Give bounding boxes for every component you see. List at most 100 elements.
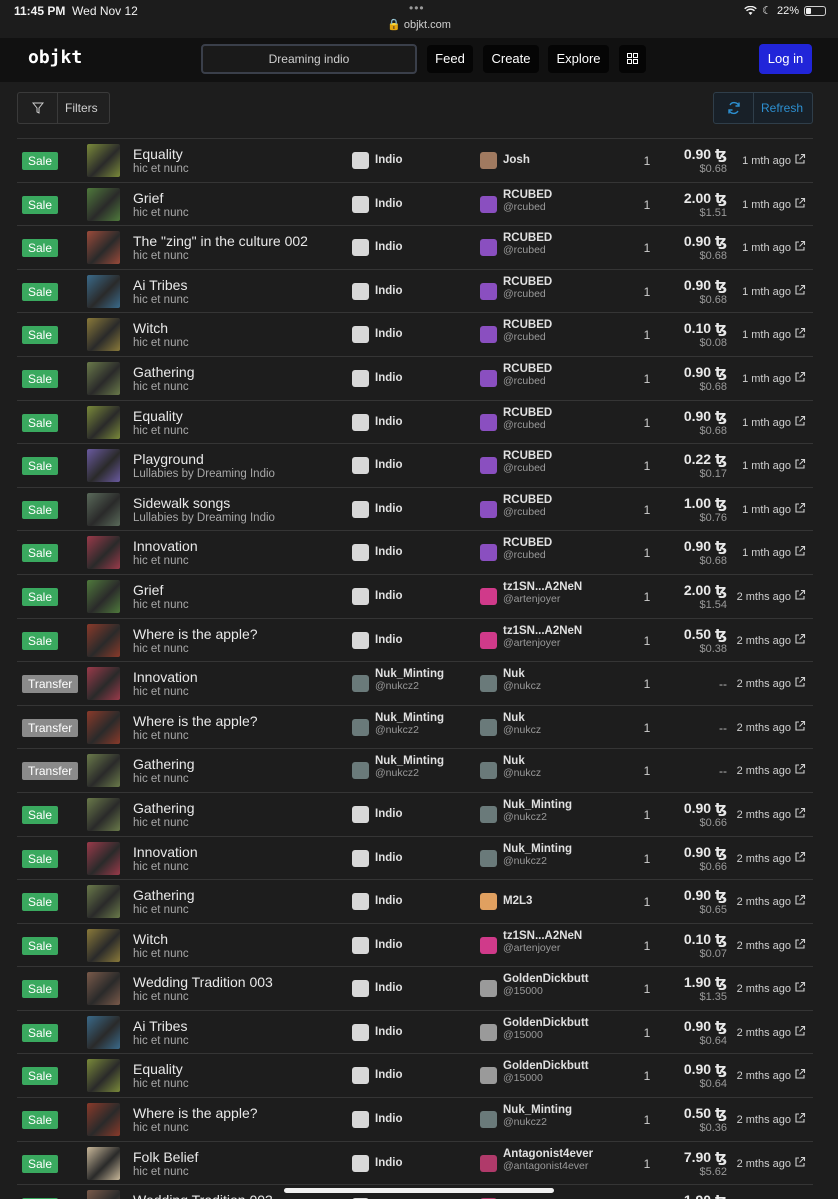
external-link-icon[interactable] — [794, 1112, 806, 1124]
artwork-title[interactable]: Playground — [133, 451, 204, 467]
to-avatar[interactable] — [480, 544, 497, 562]
from-avatar[interactable] — [352, 762, 369, 780]
artwork-thumbnail[interactable] — [87, 667, 120, 701]
to-avatar[interactable] — [480, 239, 497, 257]
artwork-thumbnail[interactable] — [87, 972, 120, 1006]
from-avatar[interactable] — [352, 675, 369, 693]
from-avatar[interactable] — [352, 587, 369, 605]
collection-name[interactable]: hic et nunc — [133, 555, 189, 567]
to-user[interactable]: RCUBED — [503, 494, 552, 506]
artwork-thumbnail[interactable] — [87, 1103, 120, 1137]
from-user[interactable]: Indio — [375, 1026, 402, 1038]
collection-name[interactable]: hic et nunc — [133, 1035, 189, 1047]
to-avatar[interactable] — [480, 1111, 497, 1129]
external-link-icon[interactable] — [794, 763, 806, 775]
table-row[interactable]: Sale Innovation hic et nunc Indio Nuk_Mintin… — [17, 837, 813, 881]
to-user[interactable]: RCUBED — [503, 232, 552, 244]
to-user[interactable]: RCUBED — [503, 276, 552, 288]
external-link-icon[interactable] — [794, 851, 806, 863]
from-user[interactable]: Indio — [375, 1069, 402, 1081]
to-user[interactable]: Nuk_Minting — [503, 1104, 572, 1116]
address-bar[interactable]: 🔒 objkt.com — [0, 18, 838, 31]
external-link-icon[interactable] — [794, 197, 806, 209]
refresh-button[interactable]: Refresh — [713, 92, 813, 124]
to-user[interactable]: Nuk — [503, 712, 525, 724]
from-user[interactable]: Indio — [375, 852, 402, 864]
to-user[interactable]: GoldenDickbutt — [503, 1017, 589, 1029]
artwork-thumbnail[interactable] — [87, 187, 120, 221]
external-link-icon[interactable] — [794, 894, 806, 906]
table-row[interactable]: Transfer Gathering hic et nunc Nuk_Minting @… — [17, 749, 813, 793]
from-avatar[interactable] — [352, 457, 369, 475]
table-row[interactable]: Sale Playground Lullabies by Dreaming Indi… — [17, 444, 813, 488]
artwork-thumbnail[interactable] — [87, 579, 120, 613]
to-avatar[interactable] — [480, 631, 497, 649]
to-user[interactable]: GoldenDickbutt — [503, 1060, 589, 1072]
table-row[interactable]: Transfer Where is the apple? hic et nunc Nu… — [17, 706, 813, 750]
to-user[interactable]: Nuk_Minting — [503, 843, 572, 855]
table-row[interactable]: Sale Ai Tribes hic et nunc Indio RCUBED @rcub… — [17, 270, 813, 314]
from-user[interactable]: Indio — [375, 590, 402, 602]
to-avatar[interactable] — [480, 805, 497, 823]
explore-button[interactable]: Explore — [548, 45, 609, 73]
external-link-icon[interactable] — [794, 284, 806, 296]
artwork-title[interactable]: Wedding Tradition 003 — [133, 1192, 273, 1199]
table-row[interactable]: Sale Grief hic et nunc Indio tz1SN...A2NeN @a… — [17, 575, 813, 619]
external-link-icon[interactable] — [794, 153, 806, 165]
artwork-thumbnail[interactable] — [87, 623, 120, 657]
from-user[interactable]: Nuk_Minting — [375, 668, 444, 680]
from-user[interactable]: Indio — [375, 1157, 402, 1169]
to-avatar[interactable] — [480, 152, 497, 169]
artwork-thumbnail[interactable] — [87, 449, 120, 483]
collection-name[interactable]: hic et nunc — [133, 817, 189, 829]
artwork-title[interactable]: The "zing" in the culture 002 — [133, 233, 308, 249]
from-avatar[interactable] — [352, 1111, 369, 1129]
table-row[interactable]: Sale Gathering hic et nunc Indio M2L3 1 0.90 ꜩ… — [17, 880, 813, 924]
from-avatar[interactable] — [352, 1023, 369, 1041]
grid-menu-button[interactable] — [619, 45, 646, 73]
to-user[interactable]: tz1SN...A2NeN — [503, 930, 582, 942]
artwork-thumbnail[interactable] — [87, 492, 120, 526]
feed-button[interactable]: Feed — [427, 45, 473, 73]
artwork-title[interactable]: Gathering — [133, 887, 194, 903]
external-link-icon[interactable] — [794, 240, 806, 252]
artwork-title[interactable]: Where is the apple? — [133, 626, 258, 642]
from-user[interactable]: Indio — [375, 285, 402, 297]
collection-name[interactable]: hic et nunc — [133, 250, 189, 262]
artwork-title[interactable]: Gathering — [133, 364, 194, 380]
from-avatar[interactable] — [352, 282, 369, 300]
filters-button[interactable]: Filters — [17, 92, 110, 124]
artwork-title[interactable]: Ai Tribes — [133, 277, 187, 293]
artwork-thumbnail[interactable] — [87, 1190, 120, 1199]
artwork-thumbnail[interactable] — [87, 754, 120, 788]
external-link-icon[interactable] — [794, 720, 806, 732]
from-avatar[interactable] — [352, 849, 369, 867]
collection-name[interactable]: hic et nunc — [133, 773, 189, 785]
collection-name[interactable]: hic et nunc — [133, 991, 189, 1003]
multitask-dots-icon[interactable]: ••• — [409, 1, 425, 15]
from-avatar[interactable] — [352, 1067, 369, 1085]
to-user[interactable]: RCUBED — [503, 363, 552, 375]
to-avatar[interactable] — [480, 762, 497, 780]
to-user[interactable]: Nuk — [503, 668, 525, 680]
table-row[interactable]: Sale Equality hic et nunc Indio Josh 1 0.90 ꜩ $… — [17, 139, 813, 183]
artwork-thumbnail[interactable] — [87, 318, 120, 352]
from-avatar[interactable] — [352, 369, 369, 387]
from-user[interactable]: Indio — [375, 328, 402, 340]
login-button[interactable]: Log in — [759, 44, 812, 74]
to-user[interactable]: tz1SN...A2NeN — [503, 625, 582, 637]
from-user[interactable]: Indio — [375, 634, 402, 646]
artwork-title[interactable]: Gathering — [133, 756, 194, 772]
artwork-title[interactable]: Equality — [133, 1061, 183, 1077]
to-avatar[interactable] — [480, 936, 497, 954]
create-button[interactable]: Create — [483, 45, 539, 73]
artwork-title[interactable]: Witch — [133, 320, 168, 336]
from-user[interactable]: Indio — [375, 372, 402, 384]
external-link-icon[interactable] — [794, 938, 806, 950]
from-user[interactable]: Indio — [375, 895, 402, 907]
to-user[interactable]: Antagonist4ever — [503, 1148, 593, 1160]
collection-name[interactable]: hic et nunc — [133, 1122, 189, 1134]
to-user[interactable]: RCUBED — [503, 189, 552, 201]
from-user[interactable]: Indio — [375, 241, 402, 253]
table-row[interactable]: Sale Gathering hic et nunc Indio RCUBED @rcub… — [17, 357, 813, 401]
